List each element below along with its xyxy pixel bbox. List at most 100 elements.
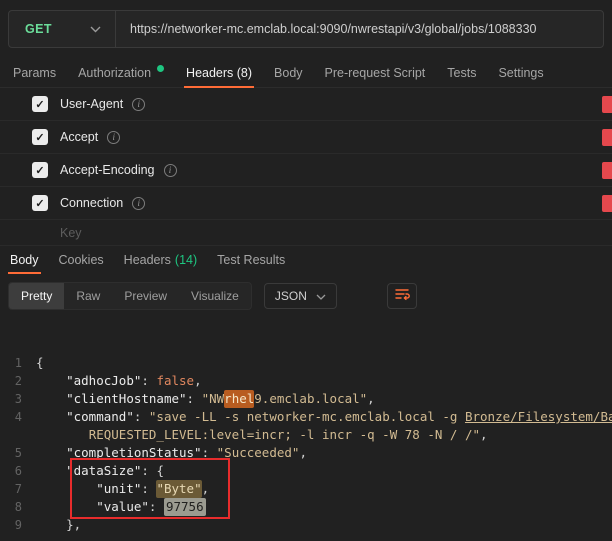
line-number: 5: [0, 444, 36, 462]
code-token: [36, 516, 66, 534]
wrap-lines-button[interactable]: [387, 283, 417, 309]
header-row: ✓ User-Agent i: [0, 88, 612, 121]
code-token: },: [66, 516, 81, 534]
code-token: [36, 372, 66, 390]
code-token: "value": [96, 498, 149, 516]
view-preview[interactable]: Preview: [112, 283, 179, 309]
header-row: ✓ Accept i: [0, 121, 612, 154]
line-number: 9: [0, 516, 36, 534]
line-number: 8: [0, 498, 36, 516]
code-line: 8 "value": 97756: [0, 498, 612, 516]
url-text: https://networker-mc.emclab.local:9090/n…: [130, 22, 536, 36]
tab-authorization-label: Authorization: [78, 66, 151, 80]
code-token: [36, 462, 66, 480]
link-token[interactable]: Bronze/Filesystem/Ba: [465, 408, 612, 426]
postman-window: GET https://networker-mc.emclab.local:90…: [0, 0, 612, 541]
code-token: :: [141, 462, 156, 480]
checkbox-checked[interactable]: ✓: [32, 162, 48, 178]
view-visualize[interactable]: Visualize: [179, 283, 251, 309]
response-tab-headers[interactable]: Headers(14): [114, 246, 207, 274]
headers-count-badge: (14): [175, 253, 197, 267]
header-key[interactable]: User-Agent: [60, 97, 123, 111]
code-token: :: [141, 480, 156, 498]
view-raw[interactable]: Raw: [64, 283, 112, 309]
code-token: "NW: [202, 390, 225, 408]
response-tabs: Body Cookies Headers(14) Test Results: [0, 246, 612, 274]
code-token: "completionStatus": [66, 444, 201, 462]
line-number: 3: [0, 390, 36, 408]
header-key[interactable]: Connection: [60, 196, 123, 210]
tab-settings[interactable]: Settings: [487, 58, 554, 87]
code-line: 9 },: [0, 516, 612, 534]
checkbox-checked[interactable]: ✓: [32, 129, 48, 145]
response-tab-cookies[interactable]: Cookies: [49, 246, 114, 274]
code-token: ,: [194, 372, 202, 390]
tab-headers-label: Headers (8): [186, 66, 252, 80]
wrap-lines-icon: [394, 286, 410, 307]
code-token: {: [36, 354, 44, 372]
view-pretty[interactable]: Pretty: [9, 283, 64, 309]
code-token: false: [156, 372, 194, 390]
code-token: [36, 426, 89, 444]
headers-editor: ✓ User-Agent i ✓ Accept i ✓ Accept-Encod…: [0, 88, 612, 246]
tab-authorization[interactable]: Authorization: [67, 58, 175, 87]
url-box: GET https://networker-mc.emclab.local:90…: [8, 10, 604, 48]
code-token: "adhocJob": [66, 372, 141, 390]
response-tab-cookies-label: Cookies: [59, 253, 104, 267]
line-number: 4: [0, 408, 36, 426]
tab-prerequest-label: Pre-request Script: [325, 66, 426, 80]
view-toggle: Pretty Raw Preview Visualize: [8, 282, 252, 310]
red-marker: [602, 96, 612, 113]
header-row: ✓ Connection i: [0, 187, 612, 220]
tab-headers[interactable]: Headers (8): [175, 58, 263, 87]
code-token: :: [187, 390, 202, 408]
code-token: :: [202, 444, 217, 462]
tab-params[interactable]: Params: [2, 58, 67, 87]
header-key[interactable]: Accept-Encoding: [60, 163, 155, 177]
code-token: {: [156, 462, 164, 480]
tab-body[interactable]: Body: [263, 58, 314, 87]
key-placeholder: Key: [60, 226, 82, 240]
response-tab-test-results-label: Test Results: [217, 253, 285, 267]
code-line: 2 "adhocJob": false,: [0, 372, 612, 390]
header-row: ✓ Accept-Encoding i: [0, 154, 612, 187]
header-key[interactable]: Accept: [60, 130, 98, 144]
line-number: 6: [0, 462, 36, 480]
request-url-bar: GET https://networker-mc.emclab.local:90…: [0, 0, 612, 58]
checkbox-checked[interactable]: ✓: [32, 96, 48, 112]
line-number: 1: [0, 354, 36, 372]
new-header-key-input[interactable]: Key: [0, 220, 612, 246]
code-token: 9.emclab.local": [254, 390, 367, 408]
tab-tests-label: Tests: [447, 66, 476, 80]
chevron-down-icon: [316, 289, 326, 303]
tab-prerequest-script[interactable]: Pre-request Script: [314, 58, 437, 87]
response-tab-test-results[interactable]: Test Results: [207, 246, 295, 274]
code-line-wrap: REQUESTED_LEVEL:level=incr; -l incr -q -…: [0, 426, 612, 444]
code-token: [36, 408, 66, 426]
code-token: [36, 480, 96, 498]
code-token: ,: [202, 480, 210, 498]
info-icon: i: [132, 98, 145, 111]
tab-params-label: Params: [13, 66, 56, 80]
format-label: JSON: [275, 289, 307, 303]
code-token: "dataSize": [66, 462, 141, 480]
tab-tests[interactable]: Tests: [436, 58, 487, 87]
response-tab-body-label: Body: [10, 253, 39, 267]
response-tab-body[interactable]: Body: [0, 246, 49, 274]
code-line: 4 "command": "save -LL -s networker-mc.e…: [0, 408, 612, 426]
format-dropdown[interactable]: JSON: [264, 283, 337, 309]
code-token: :: [134, 408, 149, 426]
code-line: 3 "clientHostname": "NWrhel9.emclab.loca…: [0, 390, 612, 408]
code-token: "Succeeded": [217, 444, 300, 462]
chevron-down-icon: [90, 20, 101, 38]
response-body-editor[interactable]: 1{ 2 "adhocJob": false, 3 "clientHostnam…: [0, 318, 612, 541]
method-label: GET: [25, 22, 52, 36]
tab-body-label: Body: [274, 66, 303, 80]
checkbox-checked[interactable]: ✓: [32, 195, 48, 211]
line-number: 2: [0, 372, 36, 390]
method-dropdown[interactable]: GET: [9, 11, 115, 47]
code-line: 6 "dataSize": {: [0, 462, 612, 480]
url-input[interactable]: https://networker-mc.emclab.local:9090/n…: [116, 11, 603, 47]
line-number: 7: [0, 480, 36, 498]
code-line: 1{: [0, 354, 612, 372]
